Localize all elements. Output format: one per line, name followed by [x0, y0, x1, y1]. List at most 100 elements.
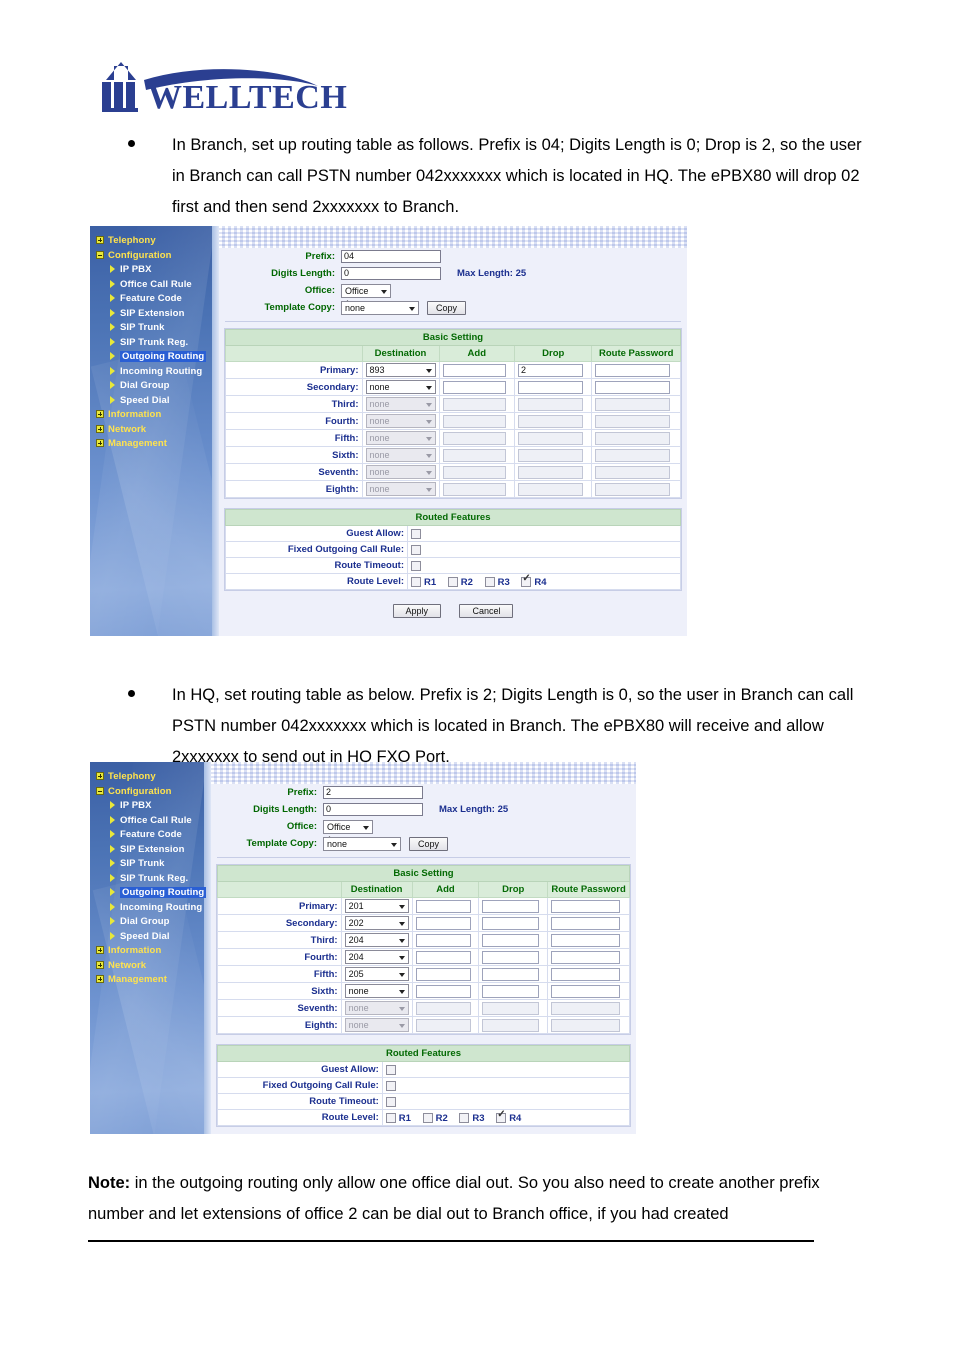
destination-cell: none	[340, 1016, 413, 1034]
sidebar-item-ip-pbx[interactable]: IP PBX	[90, 263, 219, 278]
drop-input[interactable]	[482, 967, 540, 981]
add-input[interactable]	[415, 950, 471, 964]
sidebar-item-management[interactable]: Management	[90, 973, 211, 988]
route-level-r1[interactable]: R1	[385, 1111, 411, 1124]
drop-cell	[478, 999, 549, 1017]
office-select[interactable]: Office 1	[323, 819, 373, 845]
drop-input[interactable]	[482, 899, 540, 913]
r2-checkbox[interactable]	[447, 577, 458, 587]
route-level-r2[interactable]: R2	[447, 575, 473, 588]
chevron-down-icon	[381, 289, 387, 294]
route-level-r3[interactable]: R3	[459, 1111, 485, 1124]
prefix-input[interactable]	[341, 250, 441, 263]
route-timeout-checkbox[interactable]	[411, 561, 421, 571]
sidebar-item-telephony[interactable]: Telephony	[90, 234, 219, 249]
sidebar-item-outgoing-routing[interactable]: Outgoing Routing	[90, 886, 211, 901]
sidebar-item-speed-dial[interactable]: Speed Dial	[90, 930, 211, 945]
r2-checkbox[interactable]	[422, 1113, 433, 1123]
destination-select[interactable]: 204	[344, 933, 409, 947]
copy-button[interactable]: Copy	[427, 300, 467, 315]
add-input[interactable]	[415, 916, 471, 930]
drop-input[interactable]	[518, 363, 583, 377]
sidebar-item-configuration[interactable]: Configuration	[90, 785, 211, 800]
route-level-r1[interactable]: R1	[411, 575, 436, 588]
template-copy-select[interactable]: none	[323, 836, 401, 851]
sidebar-item-information[interactable]: Information	[90, 408, 219, 423]
sidebar-item-management[interactable]: Management	[90, 437, 219, 452]
route-password-input[interactable]	[551, 984, 620, 998]
route-level-r2[interactable]: R2	[422, 1111, 448, 1124]
r1-checkbox[interactable]	[411, 577, 421, 587]
sidebar-item-feature-code[interactable]: Feature Code	[90, 292, 219, 307]
sidebar-item-speed-dial[interactable]: Speed Dial	[90, 394, 219, 409]
sidebar-item-feature-code[interactable]: Feature Code	[90, 828, 211, 843]
sidebar-item-incoming-routing[interactable]: Incoming Routing	[90, 365, 219, 380]
copy-button[interactable]: Copy	[409, 836, 449, 851]
drop-input[interactable]	[482, 950, 540, 964]
sidebar-item-incoming-routing[interactable]: Incoming Routing	[90, 901, 211, 916]
r1-checkbox[interactable]	[385, 1113, 396, 1123]
sidebar-item-sip-extension[interactable]: SIP Extension	[90, 843, 211, 858]
sidebar-item-ip-pbx[interactable]: IP PBX	[90, 799, 211, 814]
destination-select[interactable]: 893	[365, 363, 436, 377]
add-input[interactable]	[415, 933, 471, 947]
route-row: Fourth: 204	[217, 948, 630, 966]
drop-input[interactable]	[482, 916, 540, 930]
route-password-input[interactable]	[551, 916, 620, 930]
sidebar-item-sip-trunk[interactable]: SIP Trunk	[90, 321, 219, 336]
drop-input[interactable]	[482, 933, 540, 947]
r3-checkbox[interactable]	[459, 1113, 470, 1123]
sidebar-item-dial-group[interactable]: Dial Group	[90, 915, 211, 930]
sidebar-item-sip-trunk-reg[interactable]: SIP Trunk Reg.	[90, 336, 219, 351]
route-password-input[interactable]	[595, 380, 671, 394]
destination-select[interactable]: none	[365, 380, 436, 394]
cancel-button[interactable]: Cancel	[459, 604, 514, 618]
sidebar-item-sip-extension[interactable]: SIP Extension	[90, 307, 219, 322]
sidebar-item-sip-trunk-reg[interactable]: SIP Trunk Reg.	[90, 872, 211, 887]
sidebar-item-configuration[interactable]: Configuration	[90, 249, 219, 264]
sidebar-item-office-call-rule[interactable]: Office Call Rule	[90, 278, 219, 293]
fixed-outgoing-call-rule-checkbox[interactable]	[385, 1081, 396, 1091]
sidebar-item-outgoing-routing[interactable]: Outgoing Routing	[90, 350, 219, 365]
fixed-outgoing-call-rule-checkbox[interactable]	[411, 545, 421, 555]
add-input[interactable]	[442, 363, 506, 377]
sidebar-item-dial-group[interactable]: Dial Group	[90, 379, 219, 394]
route-password-input[interactable]	[551, 899, 620, 913]
template-copy-select[interactable]: none	[341, 300, 419, 315]
sidebar-item-sip-trunk[interactable]: SIP Trunk	[90, 857, 211, 872]
route-password-input[interactable]	[595, 363, 671, 377]
route-timeout-checkbox[interactable]	[385, 1097, 396, 1107]
add-input[interactable]	[442, 380, 506, 394]
guest-allow-checkbox[interactable]	[385, 1065, 396, 1075]
prefix-input[interactable]	[323, 786, 423, 799]
guest-allow-checkbox[interactable]	[411, 529, 421, 539]
add-input[interactable]	[415, 899, 471, 913]
route-password-input[interactable]	[551, 933, 620, 947]
digits-length-input[interactable]	[323, 803, 423, 816]
route-level-r4[interactable]: R4	[521, 574, 547, 588]
r4-checkbox[interactable]	[521, 574, 532, 587]
destination-select[interactable]: 202	[344, 916, 409, 930]
destination-select[interactable]: 201	[344, 899, 409, 913]
digits-length-input[interactable]	[341, 267, 441, 280]
sidebar-item-telephony[interactable]: Telephony	[90, 770, 211, 785]
sidebar-item-network[interactable]: Network	[90, 423, 219, 438]
r3-checkbox[interactable]	[484, 577, 495, 587]
route-password-input[interactable]	[551, 967, 620, 981]
sidebar-item-information[interactable]: Information	[90, 944, 211, 959]
destination-select[interactable]: 205	[344, 967, 409, 981]
office-select[interactable]: Office 1	[341, 283, 391, 309]
add-input[interactable]	[415, 984, 471, 998]
drop-input[interactable]	[482, 984, 540, 998]
sidebar-item-office-call-rule[interactable]: Office Call Rule	[90, 814, 211, 829]
destination-select[interactable]: none	[344, 984, 409, 998]
route-level-r3[interactable]: R3	[484, 575, 510, 588]
route-level-r4[interactable]: R4	[496, 1110, 521, 1124]
drop-input[interactable]	[518, 380, 583, 394]
route-password-input[interactable]	[551, 950, 620, 964]
destination-select[interactable]: 204	[344, 950, 409, 964]
r4-checkbox[interactable]	[496, 1110, 507, 1123]
sidebar-item-network[interactable]: Network	[90, 959, 211, 974]
apply-button[interactable]: Apply	[392, 604, 442, 618]
add-input[interactable]	[415, 967, 471, 981]
